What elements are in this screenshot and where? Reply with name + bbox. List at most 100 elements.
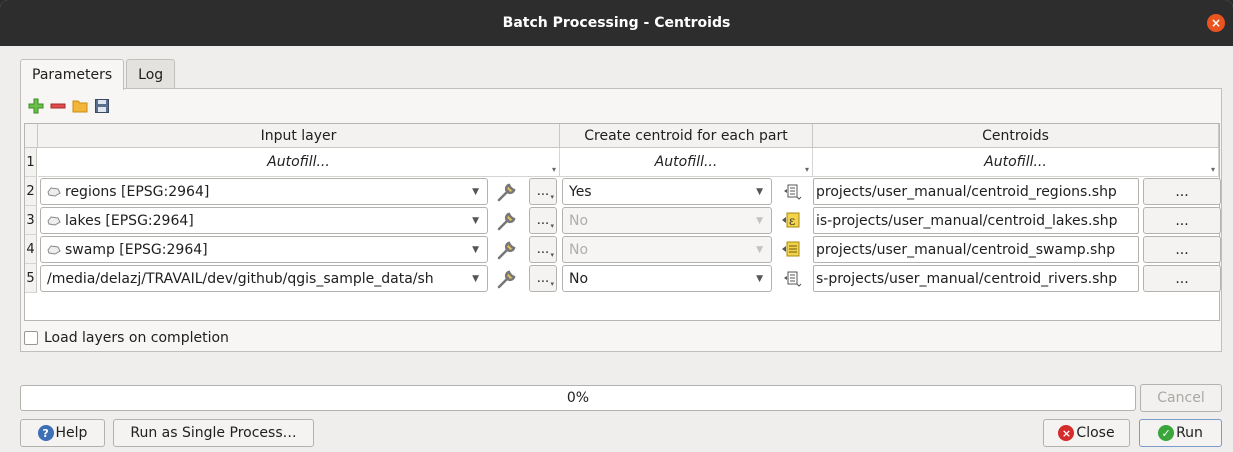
load-layers-label: Load layers on completion: [44, 330, 229, 346]
run-label: Run: [1176, 425, 1203, 441]
row-number: 3: [25, 206, 37, 235]
autofill-input-layer[interactable]: Autofill... ▾: [38, 148, 560, 177]
help-button[interactable]: ? Help: [20, 419, 105, 447]
tab-parameters[interactable]: Parameters: [20, 59, 125, 90]
help-icon: ?: [37, 425, 54, 441]
input-browse-button[interactable]: ... ▾: [529, 236, 557, 263]
progress-text: 0%: [566, 390, 590, 406]
autofill-label: Autofill...: [984, 154, 1047, 170]
parameters-panel: Input layer Create centroid for each par…: [20, 88, 1222, 352]
centroids-output-field[interactable]: is-projects/user_manual/centroid_lakes.s…: [813, 207, 1139, 234]
wrench-icon[interactable]: [490, 265, 524, 292]
autofill-label: Autofill...: [654, 154, 718, 170]
input-browse-button[interactable]: ... ▾: [529, 178, 557, 205]
wrench-icon[interactable]: [490, 207, 524, 234]
row-number: 5: [25, 264, 37, 293]
input-layer-value: /media/delazj/TRAVAIL/dev/github/qgis_sa…: [47, 270, 434, 287]
create-centroid-combo[interactable]: No ▼: [562, 236, 772, 263]
help-label: Help: [55, 425, 88, 441]
load-layers-checkbox[interactable]: [24, 331, 38, 345]
corner-header: [25, 124, 38, 148]
input-layer-value: lakes [EPSG:2964]: [65, 212, 194, 229]
header-input-layer[interactable]: Input layer: [38, 124, 560, 148]
create-centroid-combo[interactable]: No ▼: [562, 265, 772, 292]
polygon-layer-icon: [47, 186, 61, 197]
chevron-down-icon: ▾: [550, 251, 554, 259]
row-number: 4: [25, 235, 37, 264]
data-defined-override-icon[interactable]: [778, 178, 806, 205]
output-browse-button[interactable]: ...: [1143, 207, 1221, 234]
close-icon: ×: [1058, 425, 1075, 441]
tab-bar: Parameters Log: [20, 59, 177, 90]
chevron-down-icon: ▾: [550, 222, 554, 230]
output-browse-button[interactable]: ...: [1143, 178, 1221, 205]
centroids-output-field[interactable]: s-projects/user_manual/centroid_rivers.s…: [813, 265, 1139, 292]
polygon-layer-icon: [47, 215, 61, 226]
expression-active-icon[interactable]: ε: [778, 207, 806, 234]
progress-bar: 0%: [20, 385, 1136, 411]
run-as-single-process-button[interactable]: Run as Single Process…: [113, 419, 314, 447]
input-layer-combo[interactable]: /media/delazj/TRAVAIL/dev/github/qgis_sa…: [40, 265, 488, 292]
header-centroids[interactable]: Centroids: [813, 124, 1219, 148]
close-button[interactable]: × Close: [1043, 419, 1130, 447]
chevron-down-icon: ▾: [804, 165, 809, 174]
create-centroid-value: No: [569, 270, 589, 287]
tab-log[interactable]: Log: [126, 59, 176, 89]
load-layers-checkbox-row[interactable]: Load layers on completion: [24, 330, 229, 346]
autofill-label: Autofill...: [267, 154, 330, 170]
output-browse-button[interactable]: ...: [1143, 265, 1221, 292]
chevron-down-icon: ▼: [472, 216, 479, 226]
batch-processing-window: Batch Processing - Centroids × Parameter…: [0, 0, 1233, 452]
create-centroid-combo[interactable]: Yes ▼: [562, 178, 772, 205]
header-create-centroid[interactable]: Create centroid for each part: [560, 124, 813, 148]
centroids-output-field[interactable]: projects/user_manual/centroid_swamp.shp: [813, 236, 1139, 263]
input-layer-value: regions [EPSG:2964]: [65, 183, 210, 200]
autofill-centroids[interactable]: Autofill... ▾: [813, 148, 1219, 177]
window-close-button[interactable]: ×: [1207, 14, 1225, 32]
chevron-down-icon: ▾: [551, 165, 556, 174]
chevron-down-icon: ▾: [550, 280, 554, 288]
create-centroid-value: No: [569, 212, 589, 229]
input-browse-label: ...: [536, 213, 550, 228]
input-browse-label: ...: [536, 242, 550, 257]
row-number: 1: [25, 148, 37, 177]
wrench-icon[interactable]: [490, 236, 524, 263]
remove-row-icon[interactable]: [49, 97, 67, 115]
create-centroid-value: No: [569, 241, 589, 258]
input-layer-value: swamp [EPSG:2964]: [65, 241, 208, 258]
add-row-icon[interactable]: [27, 97, 45, 115]
close-label: Close: [1076, 425, 1115, 441]
input-browse-button[interactable]: ... ▾: [529, 207, 557, 234]
chevron-down-icon: ▼: [756, 245, 763, 255]
chevron-down-icon: ▼: [756, 274, 763, 284]
chevron-down-icon: ▾: [550, 193, 554, 201]
save-icon[interactable]: [93, 97, 111, 115]
window-title: Batch Processing - Centroids: [502, 15, 731, 31]
data-defined-active-icon[interactable]: [778, 236, 806, 263]
input-layer-combo[interactable]: swamp [EPSG:2964] ▼: [40, 236, 488, 263]
chevron-down-icon: ▼: [756, 216, 763, 226]
open-folder-icon[interactable]: [71, 97, 89, 115]
data-defined-override-icon[interactable]: [778, 265, 806, 292]
input-browse-label: ...: [536, 184, 550, 199]
chevron-down-icon: ▼: [756, 187, 763, 197]
polygon-layer-icon: [47, 244, 61, 255]
input-layer-combo[interactable]: regions [EPSG:2964] ▼: [40, 178, 488, 205]
chevron-down-icon: ▼: [472, 245, 479, 255]
run-button[interactable]: ✓ Run: [1139, 419, 1222, 447]
autofill-create-centroid[interactable]: Autofill... ▾: [560, 148, 813, 177]
input-browse-button[interactable]: ... ▾: [529, 265, 557, 292]
input-layer-combo[interactable]: lakes [EPSG:2964] ▼: [40, 207, 488, 234]
cancel-button[interactable]: Cancel: [1140, 384, 1222, 412]
row-number: 2: [25, 177, 37, 206]
checkmark-icon: ✓: [1158, 425, 1175, 441]
centroids-output-field[interactable]: projects/user_manual/centroid_regions.sh…: [813, 178, 1139, 205]
chevron-down-icon: ▼: [472, 274, 479, 284]
create-centroid-combo[interactable]: No ▼: [562, 207, 772, 234]
wrench-icon[interactable]: [490, 178, 524, 205]
svg-text:ε: ε: [789, 214, 795, 228]
title-bar: Batch Processing - Centroids ×: [0, 0, 1233, 46]
batch-toolbar: [27, 97, 111, 115]
output-browse-button[interactable]: ...: [1143, 236, 1221, 263]
input-browse-label: ...: [536, 271, 550, 286]
